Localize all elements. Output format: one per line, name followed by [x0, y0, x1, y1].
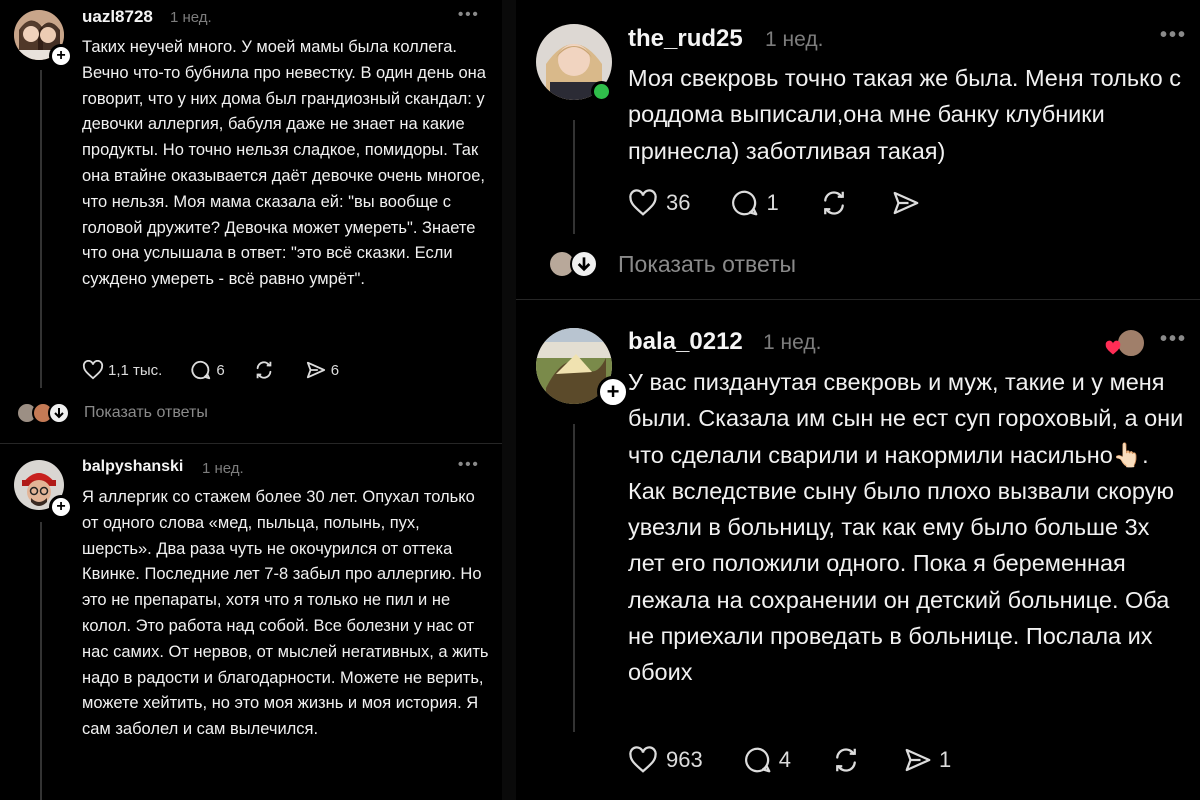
share-button[interactable]: 1 [903, 746, 951, 774]
more-options-icon[interactable]: ••• [458, 456, 480, 473]
show-replies-button[interactable]: Показать ответы [16, 402, 208, 424]
reply-button[interactable]: 1 [730, 188, 779, 218]
follow-plus-button[interactable]: + [597, 376, 629, 408]
timestamp: 1 нед. [170, 9, 212, 26]
right-thread-panel: the_rud25 1 нед. ••• Моя свекровь точно … [516, 0, 1200, 800]
like-count: 1,1 тыс. [108, 361, 163, 379]
send-icon [305, 360, 327, 380]
like-count: 36 [666, 190, 691, 215]
repost-button[interactable] [831, 745, 861, 775]
reply-count: 4 [778, 747, 791, 772]
left-thread-panel: + uazl8728 1 нед. ••• Таких неучей много… [0, 0, 502, 800]
thread-line [40, 70, 42, 388]
share-button[interactable]: 6 [305, 360, 339, 380]
comment-uazl8728: + uazl8728 1 нед. ••• Таких неучей много… [0, 0, 502, 440]
comment-text: Я аллергик со стажем более 30 лет. Опуха… [82, 488, 489, 739]
reply-button[interactable]: 6 [190, 359, 225, 381]
reply-count: 1 [766, 190, 779, 215]
follow-plus-button[interactable]: + [49, 495, 73, 519]
share-count: 1 [938, 747, 952, 772]
thread-line [573, 424, 575, 732]
username[interactable]: uazl8728 [82, 7, 153, 27]
comment-balpyshanski: + balpyshanski 1 нед. ••• Я аллергик со … [0, 444, 502, 800]
reply-button[interactable]: 4 [743, 745, 791, 775]
action-bar: 963 4 1 [628, 744, 951, 776]
thread-line [573, 120, 575, 234]
comment-bala_0212: + bala_0212 1 нед. ••• У вас пизданутая … [516, 300, 1200, 800]
username[interactable]: balpyshanski [82, 458, 183, 476]
like-count: 963 [666, 747, 703, 772]
comment-text: Моя свекровь точно такая же была. Меня т… [628, 65, 1181, 164]
action-bar: 36 1 [628, 187, 921, 219]
repost-button[interactable] [819, 188, 849, 218]
heart-icon [82, 360, 104, 380]
like-button[interactable]: 1,1 тыс. [82, 360, 162, 380]
repost-icon [253, 359, 275, 381]
show-replies-button[interactable]: Показать ответы [548, 250, 796, 278]
more-options-icon[interactable]: ••• [1160, 328, 1187, 351]
username[interactable]: bala_0212 [628, 328, 743, 356]
speech-bubble-icon [730, 188, 760, 218]
reply-count: 6 [216, 361, 225, 379]
follow-plus-button[interactable]: + [49, 44, 73, 68]
heart-icon [1104, 340, 1122, 361]
comment-text: У вас пизданутая свекровь и муж, такие и… [628, 369, 1184, 686]
send-icon [891, 189, 921, 217]
timestamp: 1 нед. [763, 331, 822, 354]
comment-the_rud25: the_rud25 1 нед. ••• Моя свекровь точно … [516, 0, 1200, 298]
action-bar: 1,1 тыс. 6 6 [82, 358, 339, 382]
liked-by-author-badge [1102, 328, 1146, 361]
repost-button[interactable] [253, 359, 275, 381]
comment-text: Таких неучей много. У моей мамы была кол… [82, 38, 486, 289]
share-button[interactable] [891, 189, 921, 217]
repost-icon [831, 745, 861, 775]
thread-line [40, 522, 42, 800]
show-replies-label: Показать ответы [84, 404, 208, 421]
arrow-down-icon [570, 250, 598, 278]
arrow-down-icon [48, 402, 70, 424]
timestamp: 1 нед. [765, 28, 824, 51]
like-button[interactable]: 36 [628, 189, 690, 217]
send-icon [903, 746, 933, 774]
like-button[interactable]: 963 [628, 746, 703, 774]
share-count: 6 [330, 361, 340, 379]
more-options-icon[interactable]: ••• [458, 6, 480, 23]
repost-icon [819, 188, 849, 218]
online-status-indicator [591, 81, 612, 102]
timestamp: 1 нед. [202, 460, 244, 477]
heart-icon [628, 189, 658, 217]
heart-icon [628, 746, 658, 774]
speech-bubble-icon [190, 359, 212, 381]
username[interactable]: the_rud25 [628, 25, 743, 53]
speech-bubble-icon [743, 745, 773, 775]
more-options-icon[interactable]: ••• [1160, 24, 1187, 47]
show-replies-label: Показать ответы [618, 250, 797, 277]
